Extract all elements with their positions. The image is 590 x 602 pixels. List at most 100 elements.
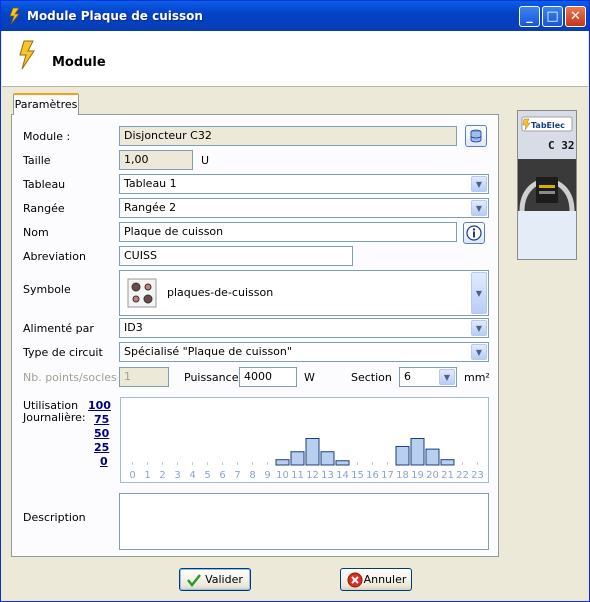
- hour-tick-label: 9: [264, 470, 270, 481]
- puissance-label: Puissance: [184, 371, 239, 384]
- hour-tick-label: 14: [336, 470, 349, 481]
- title-bar[interactable]: Module Plaque de cuisson _ □ ✕: [1, 1, 589, 31]
- hour-tick-label: 2: [159, 470, 165, 481]
- alimente-value: ID3: [124, 321, 143, 334]
- close-button[interactable]: ✕: [565, 6, 586, 27]
- hour-tick-label: 21: [441, 470, 454, 481]
- usage-bar[interactable]: [440, 459, 455, 466]
- hour-tick-label: 23: [471, 470, 484, 481]
- usage-bar[interactable]: [320, 451, 335, 466]
- hour-tick-label: 11: [291, 470, 304, 481]
- hour-tick-label: 4: [189, 470, 195, 481]
- symbole-label: Symbole: [23, 283, 71, 296]
- module-database-button[interactable]: [465, 125, 487, 147]
- hour-tick-label: 0: [129, 470, 135, 481]
- chevron-down-icon[interactable]: ▼: [471, 344, 487, 360]
- nom-field[interactable]: Plaque de cuisson: [119, 222, 457, 242]
- annuler-label: Annuler: [363, 573, 407, 586]
- chevron-down-icon[interactable]: ▼: [471, 272, 487, 314]
- description-label: Description: [23, 511, 86, 524]
- hour-tick-label: 15: [351, 470, 364, 481]
- hour-tick-label: 5: [204, 470, 210, 481]
- usage-bar[interactable]: [410, 438, 425, 466]
- dialog-window: Module Plaque de cuisson _ □ ✕ Module Pa…: [0, 0, 590, 602]
- annuler-button[interactable]: Annuler: [340, 568, 412, 591]
- type-circuit-select[interactable]: Spécialisé "Plaque de cuisson" ▼: [119, 342, 489, 362]
- minimize-button[interactable]: _: [519, 6, 540, 27]
- hour-tick-label: 1: [144, 470, 150, 481]
- hour-tick-label: 8: [249, 470, 255, 481]
- maximize-button[interactable]: □: [542, 6, 563, 27]
- section-value: 6: [404, 370, 411, 383]
- symbole-value: plaques-de-cuisson: [167, 286, 274, 299]
- puissance-unit: W: [304, 371, 315, 384]
- section-label: Section: [351, 371, 392, 384]
- symbole-select[interactable]: plaques-de-cuisson ▼: [119, 270, 489, 316]
- hour-tick-label: 3: [174, 470, 180, 481]
- checkmark-icon: [187, 574, 201, 588]
- breaker-image: TabElec C 32: [518, 111, 576, 259]
- tableau-select[interactable]: Tableau 1 ▼: [119, 174, 489, 194]
- hour-tick-label: 22: [456, 470, 469, 481]
- type-circuit-value: Spécialisé "Plaque de cuisson": [124, 345, 292, 358]
- tab-parametres[interactable]: Paramètres: [13, 93, 79, 115]
- chevron-down-icon[interactable]: ▼: [471, 200, 487, 216]
- chevron-down-icon[interactable]: ▼: [471, 320, 487, 336]
- maximize-icon: □: [546, 9, 559, 24]
- scale-25-link[interactable]: 25: [94, 441, 109, 454]
- alimente-label: Alimenté par: [23, 322, 94, 335]
- abreviation-field[interactable]: CUISS: [119, 246, 353, 266]
- preview-rating: C 32: [548, 139, 575, 152]
- usage-bar[interactable]: [395, 445, 410, 466]
- dialog-header: Module: [2, 31, 588, 87]
- daily-usage-chart[interactable]: 0 1 2 3 4 5 6 7 8 9 10 11 12 13 14 15 16 17 18 19 20 21 22 23: [120, 397, 489, 483]
- preview-brand: TabElec: [531, 121, 565, 130]
- hour-tick-label: 13: [321, 470, 334, 481]
- usage-bar[interactable]: [275, 459, 290, 466]
- info-icon: [466, 225, 482, 241]
- scale-50-link[interactable]: 50: [94, 427, 109, 440]
- info-button[interactable]: [463, 222, 485, 244]
- scale-100-link[interactable]: 100: [88, 399, 111, 412]
- chevron-down-icon[interactable]: ▼: [439, 369, 455, 385]
- module-field: Disjoncteur C32: [119, 126, 457, 146]
- taille-unit: U: [201, 154, 210, 167]
- rangee-select[interactable]: Rangée 2 ▼: [119, 198, 489, 218]
- usage-bar[interactable]: [425, 448, 440, 466]
- puissance-field[interactable]: 4000: [239, 367, 297, 387]
- minimize-icon: _: [526, 9, 533, 24]
- scale-0-link[interactable]: 0: [100, 455, 108, 468]
- header-title: Module: [52, 55, 106, 70]
- cooktop-icon: [127, 278, 157, 308]
- journaliere-label: Journalière:: [23, 411, 86, 424]
- tableau-label: Tableau: [23, 178, 66, 191]
- hour-tick-label: 6: [219, 470, 225, 481]
- description-textarea[interactable]: [119, 493, 489, 550]
- chevron-down-icon[interactable]: ▼: [471, 176, 487, 192]
- hour-tick-label: 7: [234, 470, 240, 481]
- cancel-icon: [347, 572, 363, 588]
- hour-tick-label: 17: [381, 470, 394, 481]
- usage-bar[interactable]: [305, 438, 320, 466]
- hour-tick-label: 20: [426, 470, 439, 481]
- rangee-label: Rangée: [23, 202, 65, 215]
- window-title: Module Plaque de cuisson: [27, 9, 203, 23]
- abreviation-label: Abreviation: [23, 250, 86, 263]
- tableau-value: Tableau 1: [124, 177, 177, 190]
- valider-button[interactable]: Valider: [179, 568, 251, 591]
- alimente-select[interactable]: ID3 ▼: [119, 318, 489, 338]
- usage-bar[interactable]: [290, 451, 305, 466]
- taille-label: Taille: [23, 154, 51, 167]
- module-preview: TabElec C 32: [517, 110, 577, 260]
- usage-bar[interactable]: [335, 460, 350, 466]
- scale-75-link[interactable]: 75: [94, 413, 109, 426]
- hour-tick-label: 18: [396, 470, 409, 481]
- hour-tick-label: 12: [306, 470, 319, 481]
- close-icon: ✕: [570, 9, 581, 24]
- nom-label: Nom: [23, 226, 49, 239]
- valider-label: Valider: [205, 573, 243, 586]
- hour-tick-label: 19: [411, 470, 424, 481]
- section-unit: mm²: [464, 371, 490, 384]
- section-select[interactable]: 6 ▼: [399, 367, 457, 387]
- nb-points-field: 1: [119, 367, 169, 387]
